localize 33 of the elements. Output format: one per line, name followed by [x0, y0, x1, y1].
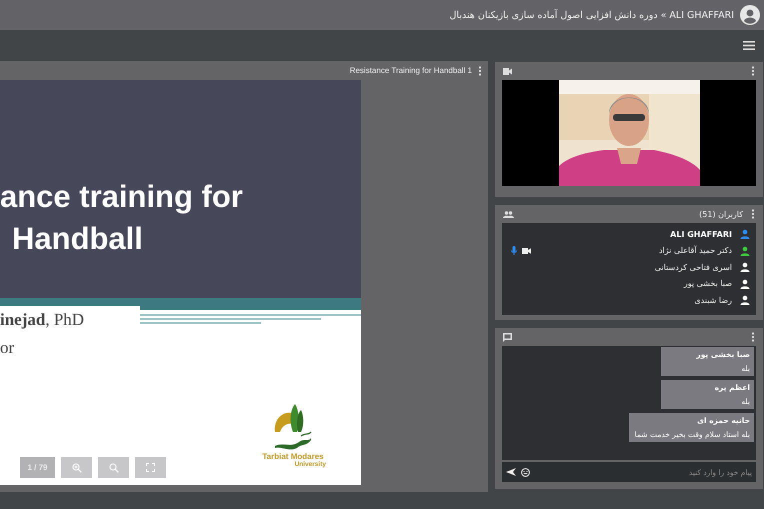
logo-text: Tarbiat Modares [262, 452, 324, 461]
author-role: or [0, 338, 14, 358]
menu-icon[interactable] [743, 41, 755, 50]
camera-icon[interactable] [522, 248, 531, 254]
chat-icon [503, 332, 512, 342]
slide-title: ance training for [0, 178, 243, 216]
people-icon [503, 210, 514, 218]
presentation-title: Resistance Training for Handball 1 [350, 66, 472, 75]
more-icon[interactable] [751, 209, 755, 219]
user-row[interactable]: صبا بخشی پور [502, 276, 756, 292]
users-panel-title: کاربران (51) [699, 210, 743, 218]
search-icon [108, 462, 118, 472]
camera-icon [503, 68, 512, 74]
user-row[interactable]: ALI GHAFFARI [502, 226, 756, 242]
user-name[interactable]: ALI GHAFFARI [670, 230, 732, 239]
user-name[interactable]: رضا شبندی [694, 296, 732, 305]
send-icon[interactable] [506, 468, 516, 476]
user-avatar-icon[interactable] [740, 5, 760, 25]
microphone-icon[interactable] [511, 246, 517, 256]
more-icon[interactable] [478, 66, 482, 76]
more-icon[interactable] [751, 332, 755, 342]
emoji-icon[interactable] [521, 468, 530, 476]
user-name[interactable]: دکتر حمید آقاعلی نژاد [658, 246, 732, 256]
user-row[interactable]: رضا شبندی [502, 292, 756, 308]
zoom-in-icon [72, 462, 82, 472]
author-name: inejad, PhD [0, 310, 84, 330]
user-name[interactable]: اسری فتاحی کردستانی [654, 262, 732, 272]
slide-title: Handball [12, 220, 143, 258]
fullscreen-icon [146, 463, 155, 472]
more-icon[interactable] [751, 66, 755, 76]
user-name[interactable]: صبا بخشی پور [684, 279, 732, 288]
user-row[interactable]: اسری فتاحی کردستانی [502, 259, 756, 276]
breadcrumb-title: ALI GHAFFARI » دوره دانش افزایی اصول آماده سازی بازیکنان هندبال [450, 10, 734, 20]
